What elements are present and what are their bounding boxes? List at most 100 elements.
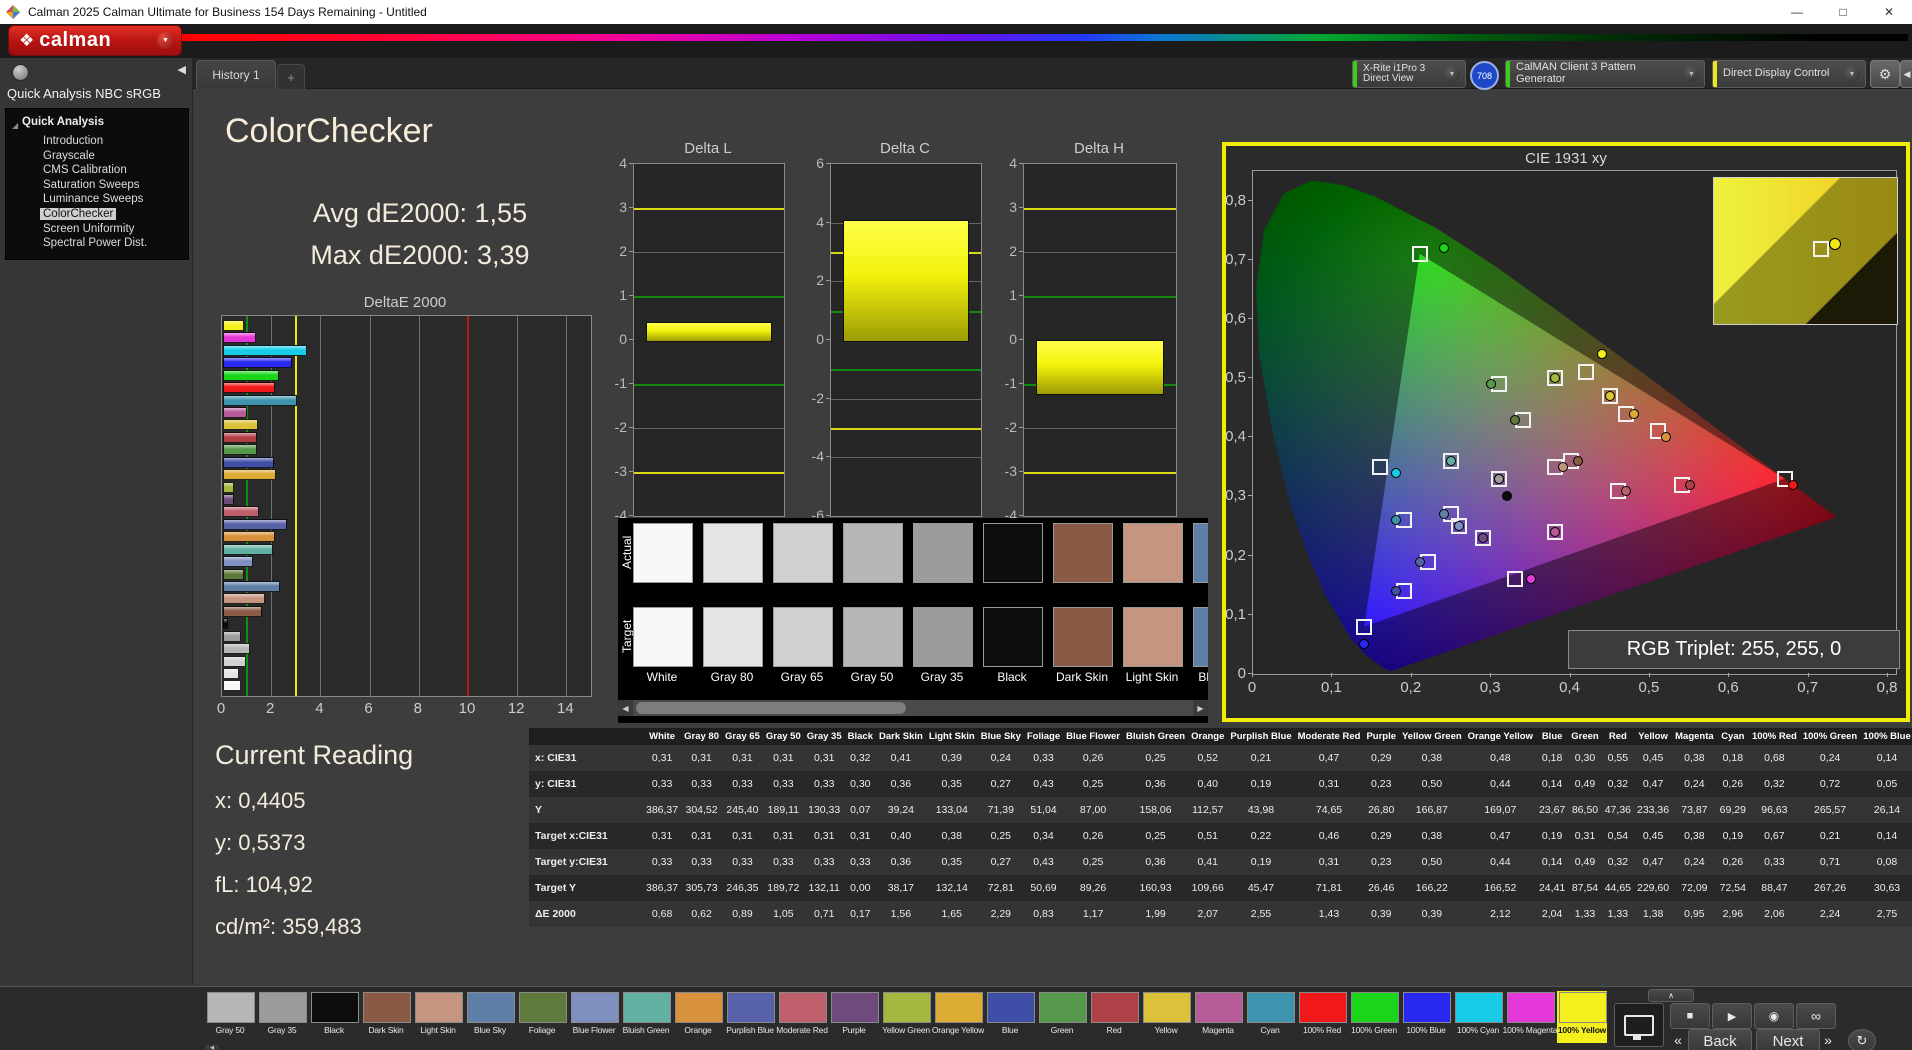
actual-swatch-gray-65[interactable] xyxy=(773,523,833,583)
target-swatch-gray-80[interactable] xyxy=(703,607,763,667)
target-swatch-white[interactable] xyxy=(633,607,693,667)
next-button[interactable]: Next xyxy=(1756,1029,1820,1050)
patch-tile-blue[interactable]: Blue xyxy=(985,991,1035,1043)
sidebar-item-saturation-sweeps[interactable]: Saturation Sweeps xyxy=(40,179,143,191)
patch-tile-dark-skin[interactable]: Dark Skin xyxy=(361,991,411,1043)
table-cell: 0,14 xyxy=(1535,849,1569,875)
actual-swatch-dark-skin[interactable] xyxy=(1053,523,1113,583)
window-pattern-button[interactable] xyxy=(1614,1003,1664,1047)
patch-tile-blue-sky[interactable]: Blue Sky xyxy=(465,991,515,1043)
table-cell: 2,12 xyxy=(1464,901,1536,927)
sidebar-item-cms-calibration[interactable]: CMS Calibration xyxy=(40,164,130,176)
swatch-scrollbar[interactable]: ◀ ▶ xyxy=(618,700,1208,716)
cie-measured-cyan xyxy=(1390,515,1401,526)
target-swatch-blue-sky[interactable] xyxy=(1193,607,1208,667)
back-button[interactable]: Back xyxy=(1688,1029,1752,1050)
actual-swatch-black[interactable] xyxy=(983,523,1043,583)
sidebar-item-spectral-power-dist-[interactable]: Spectral Power Dist. xyxy=(40,237,150,249)
sidebar-item-introduction[interactable]: Introduction xyxy=(40,135,106,147)
window-title: Calman 2025 Calman Ultimate for Business… xyxy=(28,5,427,19)
scrollbar-thumb[interactable] xyxy=(636,702,906,714)
actual-swatch-white[interactable] xyxy=(633,523,693,583)
calman-menu-button[interactable]: ❖ calman ▼ xyxy=(8,25,182,56)
maximize-button[interactable]: □ xyxy=(1820,0,1866,24)
collapse-right-panel-icon[interactable]: ◀ xyxy=(1900,60,1912,88)
gear-icon[interactable]: ⚙ xyxy=(1870,60,1900,88)
actual-swatch-blue-sky[interactable] xyxy=(1193,523,1208,583)
scroll-right-icon[interactable]: ▶ xyxy=(1193,700,1208,716)
sidebar-item-colorchecker[interactable]: ColorChecker xyxy=(40,208,117,220)
tree-root-quick-analysis[interactable]: Quick Analysis xyxy=(22,116,104,128)
cie-y-tick: 0,2 xyxy=(1225,546,1246,564)
sidebar-item-screen-uniformity[interactable]: Screen Uniformity xyxy=(40,223,137,235)
actual-swatch-gray-80[interactable] xyxy=(703,523,763,583)
patch-tile-100-red[interactable]: 100% Red xyxy=(1297,991,1347,1043)
patch-tile-bluish-green[interactable]: Bluish Green xyxy=(621,991,671,1043)
patch-tile-100-cyan[interactable]: 100% Cyan xyxy=(1453,991,1503,1043)
scroll-left-icon[interactable]: ◀ xyxy=(618,700,633,716)
table-cell: 0,43 xyxy=(1023,849,1064,875)
patch-tile-orange[interactable]: Orange xyxy=(673,991,723,1043)
tree-expand-icon[interactable]: ◢ xyxy=(12,121,18,130)
sidebar-item-grayscale[interactable]: Grayscale xyxy=(40,150,98,162)
meter-sync-badge[interactable]: 708 xyxy=(1470,61,1499,90)
table-col-header: Gray 35 xyxy=(803,728,845,745)
minimize-button[interactable]: — xyxy=(1774,0,1820,24)
patch-tile-foliage[interactable]: Foliage xyxy=(517,991,567,1043)
patch-tile-blue-flower[interactable]: Blue Flower xyxy=(569,991,619,1043)
display-control-dropdown[interactable]: Direct Display Control ▼ xyxy=(1712,60,1866,88)
target-swatch-gray-50[interactable] xyxy=(843,607,903,667)
patch-tile-moderate-red[interactable]: Moderate Red xyxy=(776,991,828,1043)
actual-swatch-gray-35[interactable] xyxy=(913,523,973,583)
deltae-x-tick: 0 xyxy=(216,700,226,717)
patch-tile-cyan[interactable]: Cyan xyxy=(1245,991,1295,1043)
patch-tile-green[interactable]: Green xyxy=(1037,991,1087,1043)
table-cell: 0,47 xyxy=(1294,745,1364,771)
collapse-sidebar-icon[interactable]: ◀ xyxy=(178,63,186,76)
table-col-header: Orange Yellow xyxy=(1464,728,1536,745)
play-button[interactable]: ▶ xyxy=(1712,1003,1752,1029)
patch-tile-purple[interactable]: Purple xyxy=(829,991,879,1043)
patch-tile-light-skin[interactable]: Light Skin xyxy=(413,991,463,1043)
close-button[interactable]: ✕ xyxy=(1866,0,1912,24)
target-swatch-gray-35[interactable] xyxy=(913,607,973,667)
table-cell: 0,36 xyxy=(1122,849,1189,875)
add-tab-button[interactable]: + xyxy=(277,64,305,89)
refresh-icon[interactable]: ↻ xyxy=(1848,1029,1876,1050)
patch-tile-magenta[interactable]: Magenta xyxy=(1193,991,1243,1043)
deltae-bar-100-yellow xyxy=(223,320,245,331)
patch-tile-100-yellow[interactable]: 100% Yellow xyxy=(1557,991,1607,1043)
stop-button[interactable]: ■ xyxy=(1670,1003,1710,1029)
table-cell: 71,39 xyxy=(977,797,1024,823)
patch-tile-purplish-blue[interactable]: Purplish Blue xyxy=(725,991,775,1043)
patch-tile-gray-50[interactable]: Gray 50 xyxy=(205,991,255,1043)
patch-tile-100-green[interactable]: 100% Green xyxy=(1349,991,1399,1043)
patch-tile-yellow[interactable]: Yellow xyxy=(1141,991,1191,1043)
target-swatch-gray-65[interactable] xyxy=(773,607,833,667)
continuous-measure-button[interactable]: ∞ xyxy=(1796,1003,1836,1029)
target-swatch-dark-skin[interactable] xyxy=(1053,607,1113,667)
patch-tile-red[interactable]: Red xyxy=(1089,991,1139,1043)
target-swatch-black[interactable] xyxy=(983,607,1043,667)
swatch-label: Black xyxy=(997,670,1027,684)
pattern-source-dropdown[interactable]: CalMAN Client 3 Pattern Generator ▼ xyxy=(1505,60,1705,88)
target-swatch-light-skin[interactable] xyxy=(1123,607,1183,667)
tab-history-1[interactable]: History 1 xyxy=(196,60,276,89)
patch-tile-label: Red xyxy=(1106,1025,1122,1035)
table-cell: 0,21 xyxy=(1799,823,1861,849)
patch-tile-100-blue[interactable]: 100% Blue xyxy=(1401,991,1451,1043)
meter-dropdown[interactable]: X-Rite i1Pro 3 Direct View ▼ xyxy=(1352,60,1466,88)
patch-tile-black[interactable]: Black xyxy=(309,991,359,1043)
patch-tile-100-magenta[interactable]: 100% Magenta xyxy=(1503,991,1558,1043)
patch-tile-orange-yellow[interactable]: Orange Yellow xyxy=(932,991,984,1043)
table-cell: 0,68 xyxy=(643,901,682,927)
actual-swatch-light-skin[interactable] xyxy=(1123,523,1183,583)
patch-tile-yellow-green[interactable]: Yellow Green xyxy=(881,991,931,1043)
strip-scroll-left-icon[interactable]: ◀ xyxy=(205,1045,219,1050)
patch-tile-gray-35[interactable]: Gray 35 xyxy=(257,991,307,1043)
actual-swatch-gray-50[interactable] xyxy=(843,523,903,583)
capture-button[interactable]: ◉ xyxy=(1754,1003,1794,1029)
sidebar-item-luminance-sweeps[interactable]: Luminance Sweeps xyxy=(40,193,146,205)
table-cell: 0,38 xyxy=(1672,745,1717,771)
collapse-strip-icon[interactable]: ∧ xyxy=(1648,989,1694,1002)
